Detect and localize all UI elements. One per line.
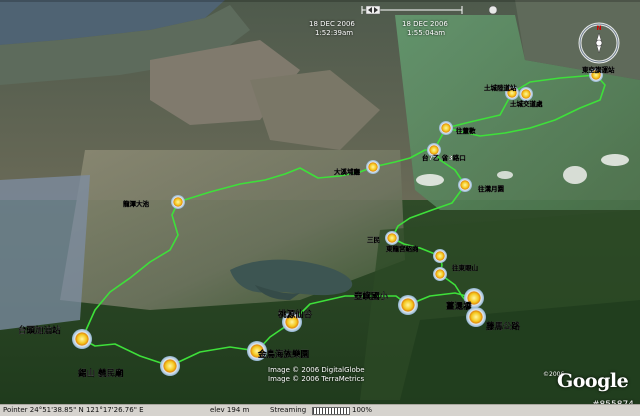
- waypoint-marker[interactable]: 藤馬公路: [466, 307, 521, 332]
- sun-marker-icon[interactable]: [439, 121, 453, 135]
- streaming-progress-fill: [313, 408, 349, 414]
- imagery-copyright: Image © 2006 DigitalGlobe Image © 2006 T…: [268, 366, 365, 384]
- end-time: 1:55:04am: [407, 29, 446, 37]
- waypoint-marker[interactable]: 台7乙 省3路口: [422, 143, 466, 162]
- waypoint-marker[interactable]: 壺嶼國小: [354, 291, 418, 315]
- waypoint-label: 東龍宮紹商: [386, 244, 419, 253]
- waypoint-marker[interactable]: 三民: [367, 231, 399, 245]
- waypoint-marker[interactable]: 往東眼山: [433, 263, 478, 281]
- waypoint-label: 台頭加油站: [18, 325, 61, 336]
- streaming-percent: 100%: [352, 406, 373, 414]
- streaming-progress-bar: [312, 407, 350, 415]
- svg-text:N: N: [596, 25, 601, 32]
- sun-marker-icon[interactable]: [72, 329, 92, 349]
- waypoint-label: 桃源仙谷: [278, 309, 313, 320]
- status-bar: Pointer 24°51'38.85" N 121°17'26.76" E e…: [0, 404, 640, 416]
- waypoint-marker[interactable]: 錫山 義民廟: [78, 356, 180, 379]
- waypoint-marker[interactable]: 東龍宮紹商: [386, 244, 447, 263]
- start-time: 1:52:39am: [315, 29, 354, 37]
- pointer-readout: Pointer 24°51'38.85" N 121°17'26.76" E: [3, 406, 144, 414]
- sun-marker-icon[interactable]: [458, 178, 472, 192]
- route-layer: 台頭加油站錫山 義民廟 金鳥海族樂園 桃源仙谷 壺嶼國小薑還橋藤馬公路 往東眼山 東龍宮紹…: [18, 65, 615, 379]
- sun-marker-icon[interactable]: [466, 307, 486, 327]
- waypoint-marker[interactable]: 台頭加油站: [18, 325, 92, 349]
- streaming-label: Streaming: [270, 406, 307, 414]
- copyright-line-1: Image © 2006 DigitalGlobe: [268, 366, 365, 374]
- waypoint-label: 大溪埔廳: [334, 167, 361, 176]
- start-date: 18 DEC 2006: [309, 20, 355, 28]
- copyright-line-2: Image © 2006 TerraMetrics: [268, 375, 365, 383]
- waypoint-label: 龍潭大池: [123, 199, 150, 208]
- waypoint-label: 藤馬公路: [485, 321, 521, 332]
- end-date: 18 DEC 2006: [402, 20, 448, 28]
- sun-marker-icon[interactable]: [171, 195, 185, 209]
- sun-marker-icon[interactable]: [366, 160, 380, 174]
- waypoint-label: 薑還橋: [446, 301, 472, 312]
- time-slider[interactable]: 18 DEC 2006 1:52:39am 18 DEC 2006 1:55:0…: [290, 0, 510, 40]
- waypoint-marker[interactable]: 大溪埔廳: [334, 160, 380, 176]
- waypoint-label: 土城陸道站: [484, 83, 517, 92]
- waypoint-marker[interactable]: 往溝月園: [458, 178, 505, 193]
- waypoint-label: 土城交道處: [510, 99, 543, 108]
- sun-marker-icon[interactable]: [385, 231, 399, 245]
- waypoint-label: 東空旗運站: [582, 65, 615, 74]
- waypoint-marker[interactable]: 金鳥海族樂園: [247, 341, 309, 361]
- elevation-readout: elev 194 m: [210, 406, 250, 414]
- compass-icon[interactable]: N: [578, 22, 620, 64]
- waypoint-label: 錫山 義民廟: [78, 368, 124, 379]
- waypoint-label: 三民: [367, 236, 381, 244]
- sun-marker-icon[interactable]: [433, 267, 447, 281]
- waypoint-marker[interactable]: 往董歡: [439, 121, 476, 135]
- waypoint-label: 往溝月園: [478, 184, 505, 193]
- google-logo: Google: [557, 370, 629, 392]
- waypoint-label: 壺嶼國小: [354, 291, 389, 302]
- route-track: [81, 74, 606, 367]
- sun-marker-icon[interactable]: [160, 356, 180, 376]
- waypoint-marker[interactable]: 土城陸道站: [484, 83, 519, 100]
- waypoint-label: 往董歡: [456, 126, 476, 135]
- sun-marker-icon[interactable]: [398, 295, 418, 315]
- waypoint-label: 金鳥海族樂園: [257, 349, 309, 360]
- waypoint-marker[interactable]: 龍潭大池: [123, 195, 185, 209]
- waypoint-marker[interactable]: 東空旗運站: [582, 65, 615, 82]
- sun-marker-icon[interactable]: [433, 249, 447, 263]
- sun-marker-icon[interactable]: [519, 87, 533, 101]
- waypoint-label: 台7乙 省3路口: [422, 153, 466, 162]
- waypoint-label: 往東眼山: [452, 263, 478, 272]
